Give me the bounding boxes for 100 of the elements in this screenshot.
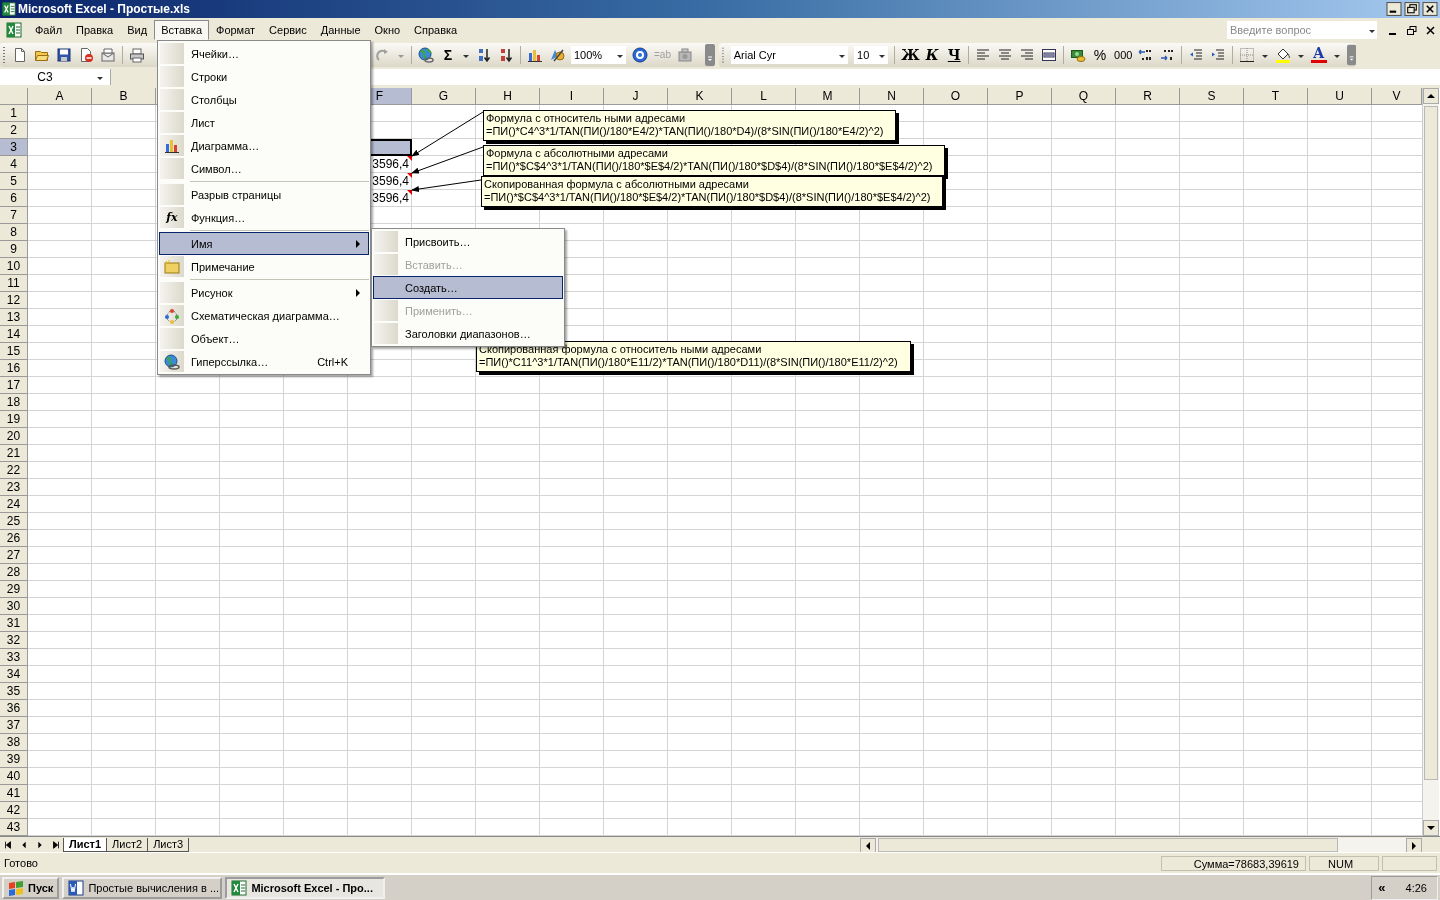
drawing-icon[interactable] xyxy=(549,47,565,63)
row-header[interactable]: 36 xyxy=(0,700,28,717)
last-sheet-icon[interactable] xyxy=(50,839,62,850)
row-header[interactable]: 37 xyxy=(0,717,28,734)
font-size-dropdown[interactable]: 10 xyxy=(854,46,889,64)
vertical-scrollbar[interactable] xyxy=(1422,88,1439,836)
row-header[interactable]: 15 xyxy=(0,343,28,360)
minimize-icon[interactable] xyxy=(1386,2,1402,16)
row-header[interactable]: 7 xyxy=(0,207,28,224)
restore-icon[interactable] xyxy=(1405,23,1418,37)
sheet-tab[interactable]: Лист3 xyxy=(147,837,190,852)
increase-decimal-icon[interactable] xyxy=(1136,47,1153,63)
menu-item[interactable]: Диаграмма… xyxy=(159,134,369,157)
column-header[interactable]: M xyxy=(796,88,860,105)
row-header[interactable]: 18 xyxy=(0,394,28,411)
menu-item[interactable]: Строки xyxy=(159,65,369,88)
column-header[interactable]: R xyxy=(1116,88,1180,105)
row-header[interactable]: 8 xyxy=(0,224,28,241)
row-header[interactable]: 32 xyxy=(0,632,28,649)
row-header[interactable]: 35 xyxy=(0,683,28,700)
first-sheet-icon[interactable] xyxy=(2,839,14,850)
grip-icon[interactable] xyxy=(3,46,6,64)
row-header[interactable]: 29 xyxy=(0,581,28,598)
menu-item[interactable]: Схематическая диаграмма… xyxy=(159,304,369,327)
row-header[interactable]: 25 xyxy=(0,513,28,530)
help-search-box[interactable]: Введите вопрос xyxy=(1227,21,1377,39)
align-left-icon[interactable] xyxy=(975,47,992,63)
column-header[interactable]: V xyxy=(1372,88,1422,105)
row-header[interactable]: 42 xyxy=(0,802,28,819)
scroll-down-icon[interactable] xyxy=(1423,820,1439,836)
row-header[interactable]: 2 xyxy=(0,122,28,139)
help-search-field[interactable]: Введите вопрос xyxy=(1228,24,1368,36)
menu-item[interactable]: Создать… xyxy=(373,276,563,299)
spreadsheet-icon[interactable] xyxy=(6,22,22,38)
row-header[interactable]: 4 xyxy=(0,156,28,173)
row-header[interactable]: 30 xyxy=(0,598,28,615)
percent-button[interactable]: % xyxy=(1092,47,1109,63)
menu-item[interactable]: Вид xyxy=(120,20,155,40)
menu-item[interactable]: Имя xyxy=(159,232,369,255)
camera-icon[interactable] xyxy=(676,47,693,63)
column-header[interactable]: N xyxy=(860,88,924,105)
scroll-left-icon[interactable] xyxy=(860,837,876,854)
menu-item[interactable]: Заголовки диапазонов… xyxy=(373,322,563,345)
close-icon[interactable] xyxy=(1424,23,1437,37)
menu-item[interactable]: Гиперссылка… Ctrl+K xyxy=(159,350,369,373)
restore-icon[interactable] xyxy=(1404,2,1420,16)
help-icon[interactable] xyxy=(632,47,648,63)
menu-item[interactable]: Данные xyxy=(313,20,368,40)
borders-icon[interactable] xyxy=(1238,47,1255,63)
row-header[interactable]: 40 xyxy=(0,768,28,785)
menu-item[interactable]: Сервис xyxy=(262,20,314,40)
indent-icon[interactable] xyxy=(1209,47,1226,63)
close-icon[interactable] xyxy=(1422,2,1438,16)
tray-expand-button[interactable]: « xyxy=(1378,880,1386,895)
permission-icon[interactable] xyxy=(78,47,94,63)
column-header[interactable]: H xyxy=(476,88,540,105)
name-box[interactable]: C3 xyxy=(0,69,111,85)
outdent-icon[interactable] xyxy=(1187,47,1204,63)
menu-item[interactable]: Правка xyxy=(69,20,121,40)
font-dropdown[interactable]: Arial Cyr xyxy=(730,46,848,64)
menu-item[interactable]: Объект… xyxy=(159,327,369,350)
row-header[interactable]: 3 xyxy=(0,139,28,156)
currency-icon[interactable] xyxy=(1070,47,1087,63)
row-header[interactable]: 5 xyxy=(0,173,28,190)
row-header[interactable]: 34 xyxy=(0,666,28,683)
menu-item[interactable]: Ячейки… xyxy=(159,42,369,65)
row-header[interactable]: 24 xyxy=(0,496,28,513)
column-header[interactable]: A xyxy=(28,88,92,105)
row-header[interactable]: 26 xyxy=(0,530,28,547)
row-header[interactable]: 22 xyxy=(0,462,28,479)
menu-item[interactable]: Рисунок xyxy=(159,281,369,304)
taskbar-button[interactable]: Microsoft Excel - Про... xyxy=(225,876,386,899)
scroll-right-icon[interactable] xyxy=(1406,837,1422,854)
menu-item[interactable]: fx Функция… xyxy=(159,206,369,229)
menu-item[interactable]: Разрыв страницы xyxy=(159,183,369,206)
row-header[interactable]: 11 xyxy=(0,275,28,292)
menu-item[interactable]: Файл xyxy=(28,20,70,40)
row-header[interactable]: 23 xyxy=(0,479,28,496)
align-right-icon[interactable] xyxy=(1019,47,1036,63)
grip-icon[interactable] xyxy=(722,46,725,64)
row-header[interactable]: 31 xyxy=(0,615,28,632)
horizontal-scrollbar[interactable] xyxy=(860,837,1422,852)
row-header[interactable]: 27 xyxy=(0,547,28,564)
save-icon[interactable] xyxy=(56,47,72,63)
row-header[interactable]: 20 xyxy=(0,428,28,445)
row-header[interactable]: 10 xyxy=(0,258,28,275)
new-document-icon[interactable] xyxy=(12,47,28,63)
scroll-up-icon[interactable] xyxy=(1423,88,1439,104)
menu-item[interactable]: Лист xyxy=(159,111,369,134)
column-header[interactable]: L xyxy=(732,88,796,105)
menu-item[interactable]: Символ… xyxy=(159,157,369,180)
row-header[interactable]: 12 xyxy=(0,292,28,309)
menu-item[interactable]: Окно xyxy=(367,20,408,40)
row-header[interactable]: 14 xyxy=(0,326,28,343)
row-header[interactable]: 28 xyxy=(0,564,28,581)
column-header[interactable]: J xyxy=(604,88,668,105)
column-header[interactable]: T xyxy=(1244,88,1308,105)
toolbar-options-icon[interactable] xyxy=(1346,44,1356,66)
zoom-dropdown[interactable]: 100% xyxy=(571,46,626,64)
row-header[interactable]: 21 xyxy=(0,445,28,462)
